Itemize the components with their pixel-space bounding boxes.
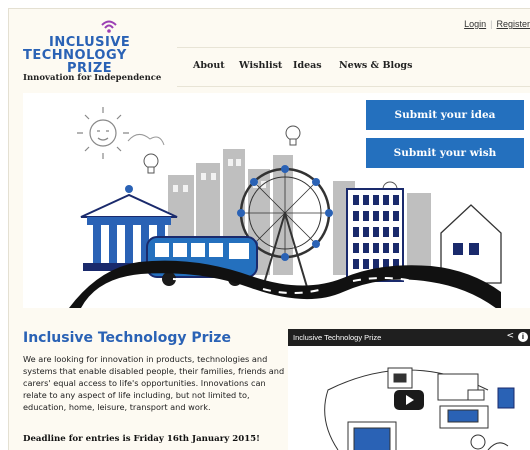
submit-wish-button[interactable]: Submit your wish — [366, 138, 524, 168]
nav-item-news-blogs[interactable]: News & Blogs — [339, 60, 412, 71]
section-body: We are looking for innovation in product… — [23, 354, 285, 412]
video-embed[interactable]: Inclusive Technology Prize < i — [288, 329, 530, 450]
main-nav: About Wishlist Ideas News & Blogs — [177, 47, 530, 87]
browser-viewport: INCLUSIVE TECHNOLOGY PRIZE Innovation fo… — [0, 0, 530, 450]
nav-item-wishlist[interactable]: Wishlist — [239, 60, 282, 71]
account-links: Login | Register — [464, 19, 530, 29]
submit-idea-button[interactable]: Submit your idea — [366, 100, 524, 130]
site-tagline: Innovation for Independence — [23, 73, 162, 83]
login-link[interactable]: Login — [464, 19, 486, 29]
section-title: Inclusive Technology Prize — [23, 330, 231, 346]
register-link[interactable]: Register — [496, 19, 530, 29]
info-icon[interactable]: i — [518, 332, 528, 342]
hero-banner: Submit your idea Submit your wish — [23, 93, 530, 308]
nav-item-about[interactable]: About — [193, 60, 225, 71]
video-play-button[interactable] — [394, 390, 424, 410]
deadline-text: Deadline for entries is Friday 16th Janu… — [23, 434, 260, 444]
wifi-signal-icon — [101, 20, 117, 33]
share-icon[interactable]: < — [506, 331, 514, 341]
video-title-bar: Inclusive Technology Prize < i — [288, 330, 530, 346]
nav-item-ideas[interactable]: Ideas — [293, 60, 322, 71]
page: INCLUSIVE TECHNOLOGY PRIZE Innovation fo… — [8, 8, 530, 450]
video-title: Inclusive Technology Prize — [293, 333, 382, 342]
account-separator: | — [490, 19, 493, 29]
sun-icon — [77, 107, 129, 159]
